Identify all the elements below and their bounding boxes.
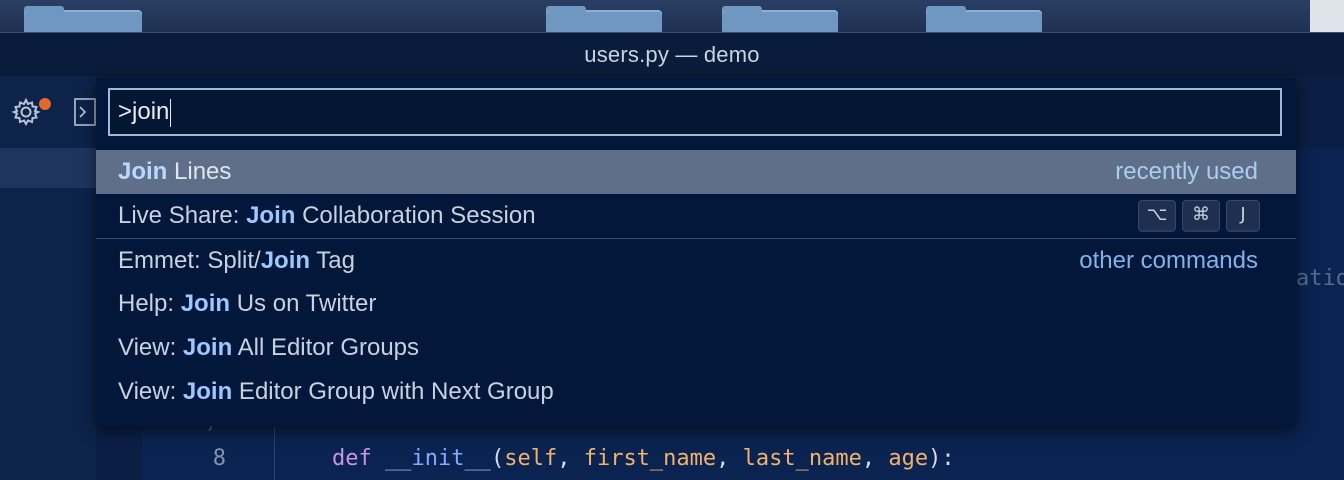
command-match: Join	[118, 158, 168, 185]
desktop-background	[0, 0, 1344, 32]
command-key-icon: ⌘	[1182, 200, 1220, 232]
desktop-edge	[1310, 0, 1344, 32]
gear-icon[interactable]	[10, 96, 42, 128]
command-suffix: Tag	[310, 247, 355, 274]
activity-bar	[0, 76, 96, 480]
command-match: Join	[180, 290, 231, 317]
command-suffix: Lines	[167, 158, 232, 185]
command-suffix: Collaboration Session	[295, 202, 536, 229]
code-token-param: age	[888, 446, 929, 471]
command-prefix: Emmet: Split/	[118, 247, 261, 274]
command-suffix: Us on Twitter	[230, 290, 377, 317]
palette-query: >join	[118, 98, 170, 125]
code-fragment: atio	[1296, 266, 1344, 291]
command-item-join-lines[interactable]: Join Lines recently used	[96, 150, 1296, 194]
command-item-view-join-next[interactable]: View: Join Editor Group with Next Group	[96, 370, 1296, 414]
code-token-punctuation: ,	[557, 446, 584, 471]
code-token-function: __init__	[385, 446, 491, 471]
title-bar: users.py — demo	[0, 32, 1344, 76]
command-item-emmet-split-join[interactable]: Emmet: Split/Join Tag other commands	[96, 238, 1296, 282]
command-match: Join	[260, 247, 311, 274]
command-list: Join Lines recently used Live Share: Joi…	[96, 150, 1296, 414]
code-token-punctuation: ,	[716, 446, 743, 471]
desktop-folder-icon	[546, 6, 662, 32]
code-token-punctuation: (	[490, 446, 505, 471]
desktop-folder-icon	[722, 6, 838, 32]
command-prefix: Live Share:	[118, 202, 247, 229]
app-window: users.py — demo 7 8 def __init__(self, f…	[0, 0, 1344, 480]
code-token-punctuation: ):	[928, 446, 955, 471]
code-line[interactable]: def __init__(self, first_name, last_name…	[332, 446, 955, 471]
command-item-help-join-twitter[interactable]: Help: Join Us on Twitter	[96, 282, 1296, 326]
command-item-view-join-all[interactable]: View: Join All Editor Groups	[96, 326, 1296, 370]
command-prefix: View:	[118, 378, 183, 405]
command-suffix: Editor Group with Next Group	[232, 378, 554, 405]
command-match: Join	[182, 378, 233, 405]
keybinding: ⌥ ⌘ J	[1138, 200, 1260, 232]
notification-badge	[38, 97, 52, 111]
code-token-param: first_name	[583, 446, 717, 471]
command-match: Join	[182, 334, 233, 361]
line-number: 8	[212, 446, 226, 471]
command-palette-input[interactable]: >join	[108, 88, 1282, 136]
text-caret	[170, 98, 172, 127]
window-title: users.py — demo	[584, 42, 760, 67]
command-prefix: Help:	[118, 290, 181, 317]
command-prefix: View:	[118, 334, 183, 361]
indent-guide	[274, 420, 275, 480]
command-suffix: All Editor Groups	[232, 334, 420, 361]
code-token-punctuation: ,	[861, 446, 889, 471]
recently-used-label: recently used	[1115, 158, 1258, 185]
desktop-folder-icon	[24, 6, 142, 32]
option-key-icon: ⌥	[1138, 200, 1176, 232]
j-key: J	[1226, 200, 1260, 232]
code-token-param: last_name	[742, 446, 862, 471]
terminal-icon[interactable]	[74, 98, 96, 126]
code-token-keyword: def	[332, 446, 372, 471]
desktop-folder-icon	[926, 6, 1042, 32]
code-token-param: self	[504, 446, 558, 471]
command-item-live-share-join[interactable]: Live Share: Join Collaboration Session ⌥…	[96, 194, 1296, 238]
other-commands-label: other commands	[1079, 247, 1258, 274]
command-palette: >join Join Lines recently used Live Shar…	[96, 78, 1296, 426]
command-match: Join	[246, 202, 296, 229]
